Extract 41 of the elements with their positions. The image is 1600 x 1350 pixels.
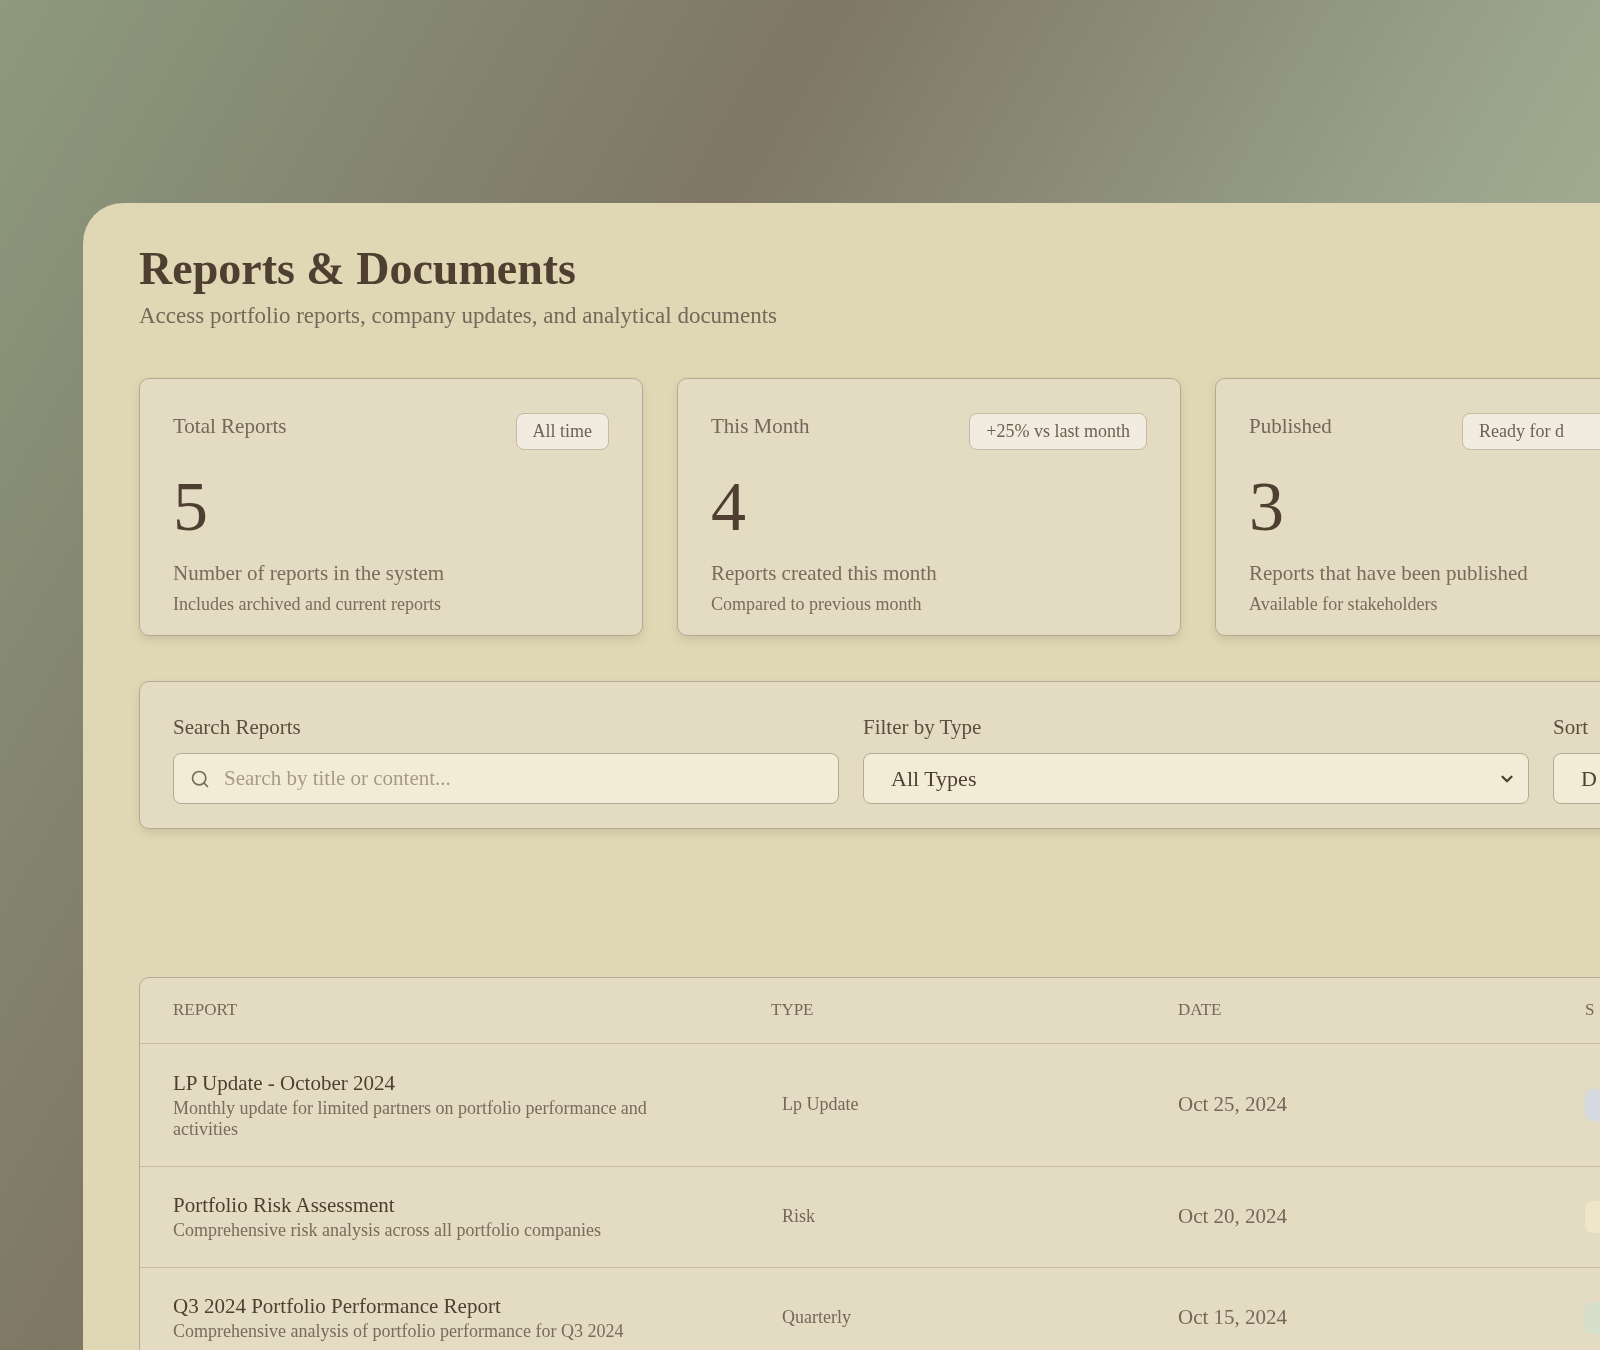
sort-select[interactable]: D [1553, 753, 1600, 804]
search-icon [190, 768, 210, 789]
column-header: REPORT [173, 999, 238, 1022]
stat-description: Reports created this month [711, 559, 938, 587]
column-header: S [1585, 999, 1595, 1022]
report-date: Oct 15, 2024 [1178, 1303, 1288, 1331]
field-label: Sort [1553, 713, 1589, 741]
search-input[interactable]: Search by title or content... [224, 762, 822, 795]
type-select[interactable]: All Types [863, 753, 1529, 804]
stat-label: Total Reports [173, 412, 287, 440]
page-subtitle: Access portfolio reports, company updates, and analytical documents [139, 302, 779, 330]
stat-badge: +25% vs last month [969, 412, 1147, 450]
column-header: TYPE [771, 999, 814, 1022]
stat-label: Published [1249, 412, 1332, 440]
report-type: Quarterly [782, 1306, 851, 1329]
stat-value: 5 [173, 471, 209, 547]
stat-badge: Ready for d [1462, 412, 1600, 450]
stat-note: Compared to previous month [711, 593, 923, 616]
stat-description: Reports that have been published [1249, 559, 1529, 587]
page-title: Reports & Documents [139, 243, 577, 295]
stat-note: Available for stakeholders [1249, 593, 1439, 616]
report-type: Risk [782, 1205, 815, 1228]
stat-description: Number of reports in the system [173, 559, 446, 587]
report-title[interactable]: Portfolio Risk Assessment [173, 1192, 701, 1218]
report-description: Comprehensive analysis of portfolio performance for Q3 2024 [173, 1321, 625, 1342]
report-description: Comprehensive risk analysis across all portfolio companies [173, 1220, 602, 1241]
stat-note: Includes archived and current reports [173, 593, 442, 616]
report-date: Oct 25, 2024 [1178, 1090, 1288, 1118]
field-label: Search Reports [173, 713, 302, 741]
stat-badge: All time [515, 412, 609, 450]
field-label: Filter by Type [863, 713, 983, 741]
report-date: Oct 20, 2024 [1178, 1202, 1288, 1230]
stat-value: 4 [711, 471, 747, 547]
search-field[interactable]: Search by title or content... [173, 753, 839, 804]
report-title[interactable]: Q3 2024 Portfolio Performance Report [173, 1293, 701, 1319]
stat-value: 3 [1249, 471, 1285, 547]
report-description: Monthly update for limited partners on portfolio performance and activities [173, 1097, 648, 1140]
stat-label: This Month [711, 412, 810, 440]
report-type: Lp Update [782, 1093, 859, 1116]
report-title[interactable]: LP Update - October 2024 [173, 1069, 701, 1096]
column-header: DATE [1178, 999, 1222, 1022]
